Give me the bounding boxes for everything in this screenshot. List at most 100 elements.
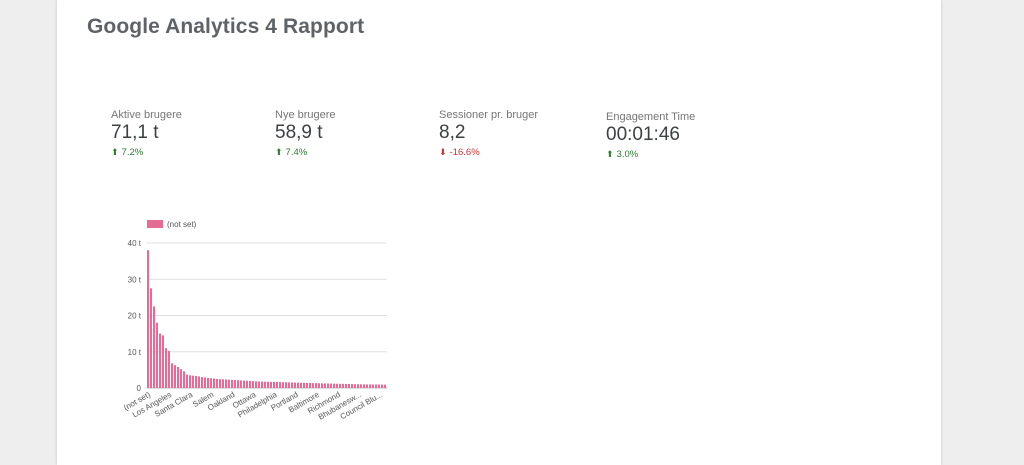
bar[interactable] xyxy=(189,375,191,388)
kpi-active-users[interactable]: Aktive brugere 71,1 t ⬆ 7.2% xyxy=(111,109,182,158)
bar[interactable] xyxy=(357,384,359,388)
bar[interactable] xyxy=(360,384,362,388)
kpi-delta: ⬆ 7.4% xyxy=(275,147,336,158)
bar[interactable] xyxy=(345,383,347,388)
kpi-new-users[interactable]: Nye brugere 58,9 t ⬆ 7.4% xyxy=(275,109,336,158)
bar[interactable] xyxy=(222,379,224,388)
bar[interactable] xyxy=(171,363,173,388)
bar[interactable] xyxy=(177,366,179,388)
bar[interactable] xyxy=(354,384,356,388)
kpi-sessions-per-user[interactable]: Sessioner pr. bruger 8,2 ⬇ -16.6% xyxy=(439,109,538,158)
bar[interactable] xyxy=(381,384,383,388)
kpi-engagement-time[interactable]: Engagement Time 00:01:46 ⬆ 3.0% xyxy=(606,111,695,160)
report-page: Google Analytics 4 Rapport Aktive bruger… xyxy=(57,0,941,465)
bar[interactable] xyxy=(330,383,332,388)
bar[interactable] xyxy=(291,382,293,388)
bar[interactable] xyxy=(267,381,269,388)
bar[interactable] xyxy=(336,383,338,388)
bar[interactable] xyxy=(168,351,170,388)
bar[interactable] xyxy=(282,382,284,388)
bar[interactable] xyxy=(216,378,218,388)
y-tick-label: 20 t xyxy=(128,312,142,321)
bar[interactable] xyxy=(228,379,230,388)
kpi-value: 00:01:46 xyxy=(606,124,680,145)
y-tick-label: 10 t xyxy=(128,348,142,357)
kpi-label: Aktive brugere xyxy=(111,109,182,121)
bar[interactable] xyxy=(234,380,236,388)
bar[interactable] xyxy=(204,377,206,388)
bar[interactable] xyxy=(300,382,302,388)
bar[interactable] xyxy=(327,383,329,388)
bar[interactable] xyxy=(369,384,371,388)
legend-label: (not set) xyxy=(167,220,197,229)
bar[interactable] xyxy=(240,380,242,388)
bar[interactable] xyxy=(363,384,365,388)
bar[interactable] xyxy=(246,380,248,388)
cities-bar-chart[interactable]: (not set)010 t20 t30 t40 t(not set)Los A… xyxy=(109,210,409,440)
bar[interactable] xyxy=(264,381,266,388)
bar[interactable] xyxy=(210,378,212,388)
bar[interactable] xyxy=(186,374,188,388)
y-tick-label: 0 xyxy=(137,384,142,393)
bar[interactable] xyxy=(195,376,197,388)
bar[interactable] xyxy=(273,381,275,388)
bar[interactable] xyxy=(324,383,326,388)
bar[interactable] xyxy=(378,384,380,388)
bar[interactable] xyxy=(375,384,377,388)
bar[interactable] xyxy=(153,306,155,388)
kpi-delta-value: 7.2% xyxy=(121,147,144,158)
bar[interactable] xyxy=(183,371,185,388)
bar[interactable] xyxy=(258,381,260,388)
kpi-label: Sessioner pr. bruger xyxy=(439,109,539,121)
kpi-delta-value: 3.0% xyxy=(616,149,639,160)
bar[interactable] xyxy=(297,382,299,388)
kpi-delta: ⬆ 3.0% xyxy=(606,149,695,160)
bar[interactable] xyxy=(306,382,308,388)
bar[interactable] xyxy=(366,384,368,388)
bar[interactable] xyxy=(351,384,353,388)
bar[interactable] xyxy=(384,384,386,388)
bar[interactable] xyxy=(315,383,317,388)
bar[interactable] xyxy=(261,381,263,388)
bar[interactable] xyxy=(255,381,257,388)
bar[interactable] xyxy=(303,382,305,388)
bar[interactable] xyxy=(276,382,278,388)
bar[interactable] xyxy=(225,379,227,388)
bar[interactable] xyxy=(237,380,239,388)
bar[interactable] xyxy=(198,376,200,388)
bar[interactable] xyxy=(321,383,323,388)
bar[interactable] xyxy=(339,383,341,388)
bar[interactable] xyxy=(279,382,281,388)
bar[interactable] xyxy=(285,382,287,388)
bar[interactable] xyxy=(162,335,164,388)
bar[interactable] xyxy=(312,383,314,388)
kpi-label: Nye brugere xyxy=(275,109,336,121)
bar[interactable] xyxy=(294,382,296,388)
bar[interactable] xyxy=(213,378,215,388)
bar[interactable] xyxy=(159,333,161,388)
bar[interactable] xyxy=(150,288,152,388)
bar[interactable] xyxy=(147,250,149,388)
bar[interactable] xyxy=(270,381,272,388)
bar[interactable] xyxy=(318,383,320,388)
bar[interactable] xyxy=(288,382,290,388)
bar[interactable] xyxy=(201,377,203,388)
kpi-value: 71,1 t xyxy=(111,122,159,143)
y-tick-label: 40 t xyxy=(128,239,142,248)
bar[interactable] xyxy=(180,369,182,388)
bar[interactable] xyxy=(309,382,311,388)
bar[interactable] xyxy=(348,384,350,388)
bar[interactable] xyxy=(333,383,335,388)
bar[interactable] xyxy=(192,375,194,388)
bar[interactable] xyxy=(207,377,209,388)
bar[interactable] xyxy=(165,348,167,388)
bar[interactable] xyxy=(342,383,344,388)
bar[interactable] xyxy=(372,384,374,388)
bar[interactable] xyxy=(243,380,245,388)
bar[interactable] xyxy=(174,365,176,388)
bar[interactable] xyxy=(249,380,251,388)
bar[interactable] xyxy=(252,381,254,388)
bar[interactable] xyxy=(219,379,221,388)
bar[interactable] xyxy=(156,322,158,388)
bar[interactable] xyxy=(231,379,233,388)
